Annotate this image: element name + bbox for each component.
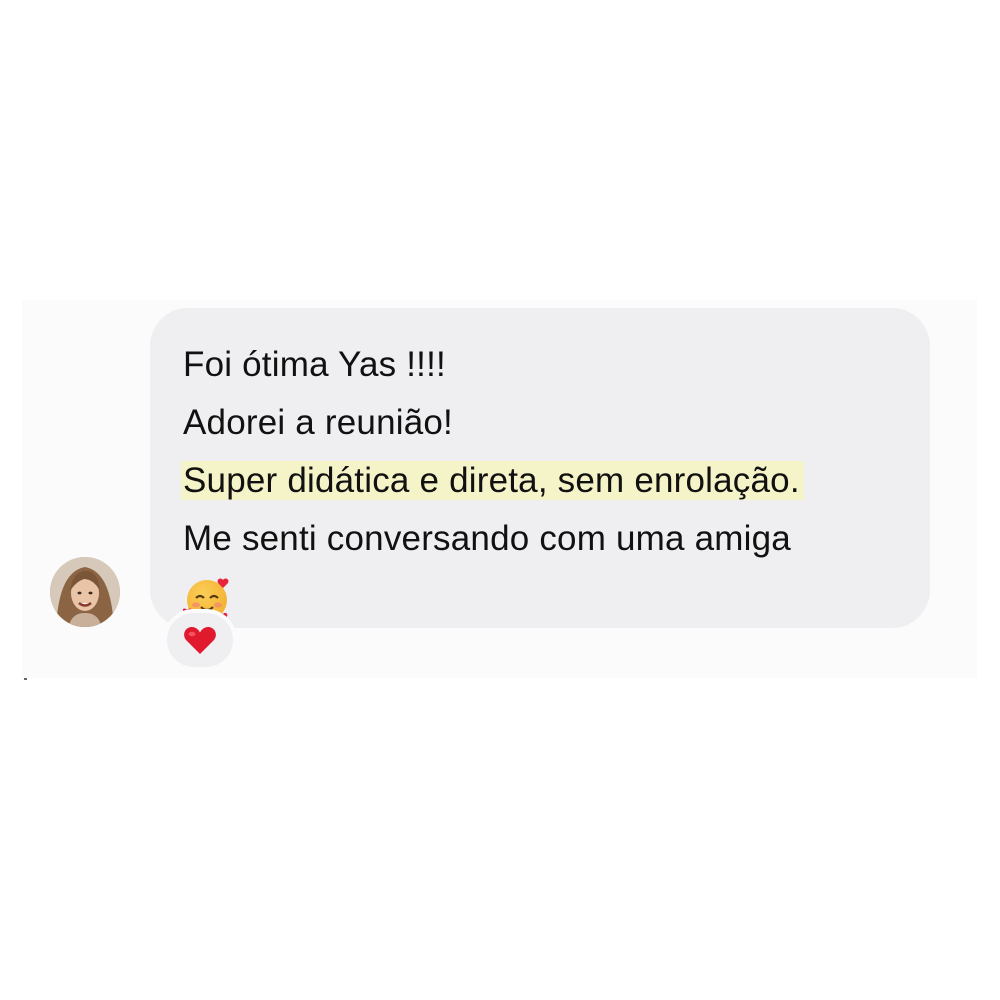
avatar-photo — [50, 557, 120, 627]
message-line-highlighted: Super didática e direta, sem enrolação. — [181, 452, 900, 510]
emoji-line — [183, 568, 900, 626]
divider-mark — [24, 678, 27, 680]
red-heart-icon — [184, 626, 216, 654]
message-line: Adorei a reunião! — [183, 403, 453, 442]
message-line: Foi ótima Yas !!!! — [183, 345, 446, 384]
message-bubble[interactable]: Foi ótima Yas !!!! Adorei a reunião! Sup… — [150, 308, 930, 628]
reaction-badge[interactable] — [163, 609, 237, 671]
message-line: Me senti conversando com uma amiga — [183, 519, 791, 558]
highlighted-text: Super didática e direta, sem enrolação. — [181, 461, 804, 500]
avatar[interactable] — [50, 557, 120, 627]
